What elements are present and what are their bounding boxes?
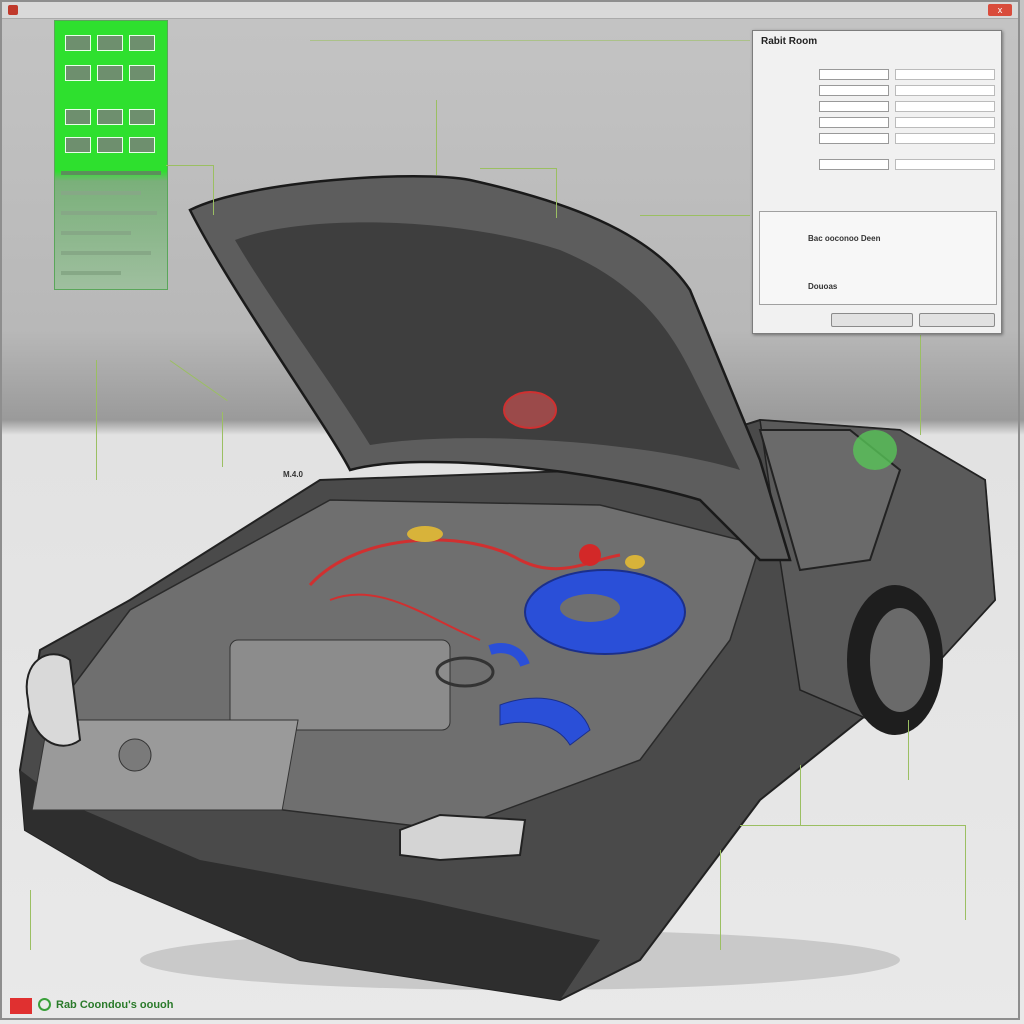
leader-line — [480, 168, 557, 169]
yellow-cap-2 — [625, 555, 645, 569]
green-indicator — [853, 430, 897, 470]
dialog-title: Rabit Room — [761, 36, 818, 47]
leader-line — [965, 825, 966, 920]
dialog-row — [759, 85, 995, 97]
callout-label: M.4.0 — [283, 470, 304, 479]
dialog-row — [759, 133, 995, 145]
wheel-rim — [870, 608, 930, 712]
cancel-button[interactable] — [919, 313, 995, 327]
leader-line — [920, 335, 921, 435]
settings-dialog[interactable]: Rabit Room Bac ooconoo Deen Douoas — [752, 30, 1002, 334]
dialog-row — [759, 117, 995, 129]
hood-latch — [503, 391, 557, 429]
row-value-field[interactable] — [819, 159, 889, 170]
leader-line — [556, 168, 557, 218]
engine-block — [229, 639, 451, 731]
row-value-field[interactable] — [819, 85, 889, 96]
row-value-field[interactable] — [819, 133, 889, 144]
dialog-row — [759, 69, 995, 81]
brand-name: Rab Coondou's oouoh — [56, 999, 174, 1011]
leader-line — [310, 40, 750, 41]
row-detail-field[interactable] — [895, 159, 995, 170]
brand-icon — [38, 998, 51, 1011]
ok-button[interactable] — [831, 313, 913, 327]
leader-line — [30, 890, 31, 950]
brand-logo — [10, 998, 32, 1014]
leader-line — [908, 720, 909, 780]
battery-cap — [118, 738, 152, 772]
group-value[interactable]: Douoas — [808, 282, 837, 292]
yellow-cap — [407, 526, 443, 542]
leader-line — [213, 165, 214, 215]
leader-line — [222, 412, 223, 467]
row-detail-field[interactable] — [895, 69, 995, 80]
dialog-row — [759, 101, 995, 113]
row-value-field[interactable] — [819, 69, 889, 80]
row-detail-field[interactable] — [895, 101, 995, 112]
row-value-field[interactable] — [819, 117, 889, 128]
leader-line — [740, 825, 965, 826]
leader-line — [96, 360, 97, 480]
red-connector — [579, 544, 601, 566]
row-value-field[interactable] — [819, 101, 889, 112]
row-detail-field[interactable] — [895, 85, 995, 96]
hose-opening — [560, 594, 620, 622]
row-detail-field[interactable] — [895, 133, 995, 144]
dialog-row — [759, 159, 995, 171]
leader-line — [640, 215, 750, 216]
options-group: Bac ooconoo Deen Douoas — [759, 211, 997, 305]
leader-line — [166, 165, 214, 166]
leader-line — [436, 100, 437, 175]
leader-line — [800, 765, 801, 825]
group-value[interactable]: Bac ooconoo Deen — [808, 234, 880, 244]
row-detail-field[interactable] — [895, 117, 995, 128]
leader-line — [720, 850, 721, 950]
